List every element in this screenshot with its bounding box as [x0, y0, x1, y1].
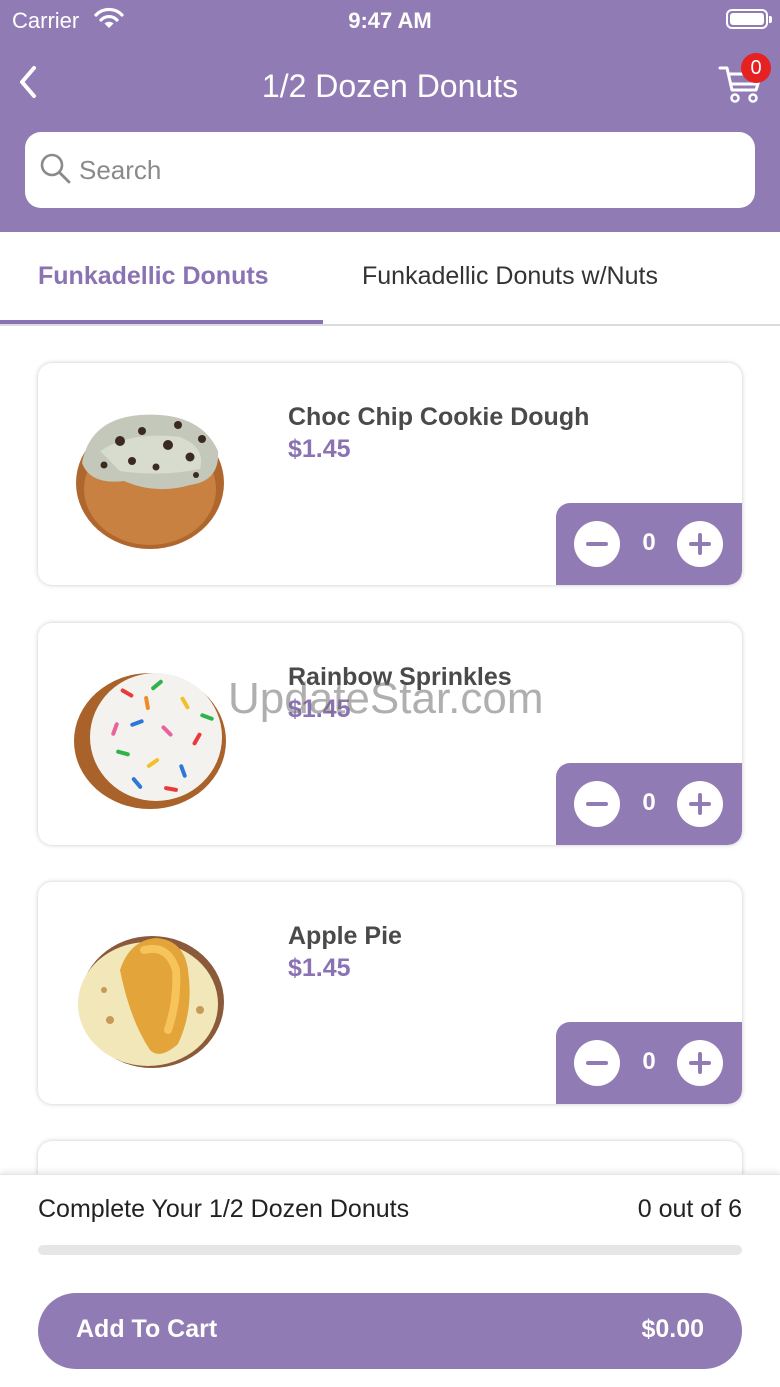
search-icon — [39, 152, 73, 191]
tab-selected-indicator — [0, 320, 323, 324]
product-card[interactable]: Rainbow Sprinkles $1.45 0 — [38, 623, 742, 845]
add-to-cart-button[interactable]: Add To Cart $0.00 — [38, 1293, 742, 1369]
product-name: Apple Pie — [288, 922, 402, 950]
decrement-button[interactable] — [574, 521, 620, 567]
product-card[interactable]: Choc Chip Cookie Dough $1.45 0 — [38, 363, 742, 585]
cart-count-badge: 0 — [741, 53, 771, 83]
add-to-cart-label: Add To Cart — [76, 1315, 218, 1343]
product-image — [76, 414, 224, 549]
page-title: 1/2 Dozen Donuts — [261, 68, 519, 104]
completion-progress-bar — [38, 1245, 742, 1255]
product-name: Rainbow Sprinkles — [288, 663, 512, 691]
search-bar[interactable] — [25, 132, 755, 208]
completion-count: 0 out of 6 — [637, 1195, 742, 1223]
category-tabs: Funkadellic Donuts Funkadellic Donuts w/… — [0, 232, 780, 326]
cart-summary-footer: Complete Your 1/2 Dozen Donuts 0 out of … — [0, 1174, 780, 1387]
tab-funkadellic-donuts-nuts[interactable]: Funkadellic Donuts w/Nuts — [362, 262, 658, 291]
battery-icon — [726, 9, 772, 29]
quantity-stepper: 0 — [556, 503, 742, 585]
increment-button[interactable] — [677, 781, 723, 827]
quantity-value: 0 — [642, 789, 656, 816]
product-price: $1.45 — [288, 954, 351, 982]
product-card[interactable]: Apple Pie $1.45 0 — [38, 882, 742, 1104]
status-bar: Carrier 9:47 AM — [0, 0, 780, 44]
quantity-value: 0 — [642, 1048, 656, 1075]
cart-total: $0.00 — [641, 1315, 704, 1343]
quantity-value: 0 — [642, 529, 656, 556]
product-price: $1.45 — [288, 435, 351, 463]
app-header: Carrier 9:47 AM 1/2 Dozen Donuts 0 — [0, 0, 780, 232]
product-image — [74, 673, 226, 809]
status-time: 9:47 AM — [348, 8, 432, 33]
increment-button[interactable] — [677, 1040, 723, 1086]
chevron-left-icon — [20, 66, 36, 98]
tab-funkadellic-donuts[interactable]: Funkadellic Donuts — [38, 262, 269, 291]
product-image — [78, 936, 224, 1068]
quantity-stepper: 0 — [556, 763, 742, 845]
increment-button[interactable] — [677, 521, 723, 567]
search-input[interactable] — [79, 152, 719, 188]
product-name: Choc Chip Cookie Dough — [288, 403, 590, 431]
decrement-button[interactable] — [574, 781, 620, 827]
back-button[interactable] — [14, 62, 46, 102]
quantity-stepper: 0 — [556, 1022, 742, 1104]
completion-label: Complete Your 1/2 Dozen Donuts — [38, 1195, 410, 1223]
product-price: $1.45 — [288, 695, 351, 723]
decrement-button[interactable] — [574, 1040, 620, 1086]
